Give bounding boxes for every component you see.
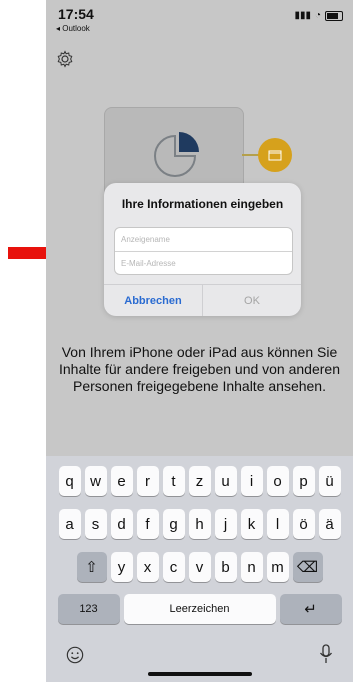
key[interactable]: o: [266, 466, 289, 496]
status-icons: ▮▮▮ ◔: [294, 10, 343, 21]
emoji-icon[interactable]: [66, 646, 84, 664]
signal-icon: ▮▮▮: [294, 10, 311, 21]
key[interactable]: k: [240, 509, 263, 539]
return-icon[interactable]: ↵: [279, 594, 342, 624]
battery-icon: [325, 10, 343, 21]
key[interactable]: u: [214, 466, 237, 496]
ok-button[interactable]: OK: [203, 285, 301, 316]
key[interactable]: v: [188, 552, 211, 582]
pie-chart-icon: [154, 132, 199, 177]
microphone-icon[interactable]: [319, 644, 333, 664]
keyboard-row-1: q w e r t z u i o p ü: [46, 466, 353, 496]
key[interactable]: a: [58, 509, 81, 539]
shift-icon[interactable]: ⇧: [76, 552, 107, 582]
key[interactable]: l: [266, 509, 289, 539]
key[interactable]: j: [214, 509, 237, 539]
key[interactable]: y: [110, 552, 133, 582]
folder-icon: [258, 138, 292, 172]
dialog-buttons: Abbrechen OK: [104, 284, 301, 316]
key[interactable]: e: [110, 466, 133, 496]
keyboard-row-2: a s d f g h j k l ö ä: [46, 509, 353, 539]
key[interactable]: ü: [318, 466, 341, 496]
status-time: 17:54: [58, 6, 94, 22]
display-name-field[interactable]: [115, 228, 292, 251]
key[interactable]: z: [188, 466, 211, 496]
delete-icon[interactable]: ⌫: [292, 552, 323, 582]
key[interactable]: g: [162, 509, 185, 539]
key[interactable]: s: [84, 509, 107, 539]
key[interactable]: h: [188, 509, 211, 539]
keyboard-row-3: ⇧ y x c v b n m ⌫: [46, 552, 353, 582]
back-to-outlook-link[interactable]: ◂ Outlook: [56, 24, 90, 33]
wifi-icon: ◔: [314, 10, 321, 21]
key[interactable]: t: [162, 466, 185, 496]
keyboard-row-4: 123 Leerzeichen ↵: [46, 594, 353, 624]
info-dialog: Ihre Informationen eingeben Abbrechen OK: [104, 183, 301, 316]
key[interactable]: m: [266, 552, 289, 582]
key[interactable]: c: [162, 552, 185, 582]
space-key[interactable]: Leerzeichen: [123, 594, 276, 624]
key[interactable]: b: [214, 552, 237, 582]
key[interactable]: ö: [292, 509, 315, 539]
home-indicator: [148, 672, 252, 676]
key[interactable]: q: [58, 466, 81, 496]
key[interactable]: x: [136, 552, 159, 582]
gear-icon[interactable]: [56, 50, 74, 68]
key[interactable]: r: [136, 466, 159, 496]
key[interactable]: w: [84, 466, 107, 496]
status-bar: 17:54 ◂ Outlook ▮▮▮ ◔: [46, 0, 353, 40]
key[interactable]: d: [110, 509, 133, 539]
email-field[interactable]: [115, 251, 292, 274]
cancel-button[interactable]: Abbrechen: [104, 285, 203, 316]
key[interactable]: i: [240, 466, 263, 496]
numbers-key[interactable]: 123: [57, 594, 120, 624]
key[interactable]: n: [240, 552, 263, 582]
phone-screen: 17:54 ◂ Outlook ▮▮▮ ◔ Ihre Informationen…: [46, 0, 353, 682]
key[interactable]: ä: [318, 509, 341, 539]
sharing-description: Von Ihrem iPhone oder iPad aus können Si…: [59, 344, 340, 394]
key[interactable]: p: [292, 466, 315, 496]
key[interactable]: f: [136, 509, 159, 539]
dialog-input-group: [114, 227, 293, 275]
keyboard: q w e r t z u i o p ü a s d f g h j k l …: [46, 456, 353, 682]
dialog-title: Ihre Informationen eingeben: [121, 197, 284, 211]
